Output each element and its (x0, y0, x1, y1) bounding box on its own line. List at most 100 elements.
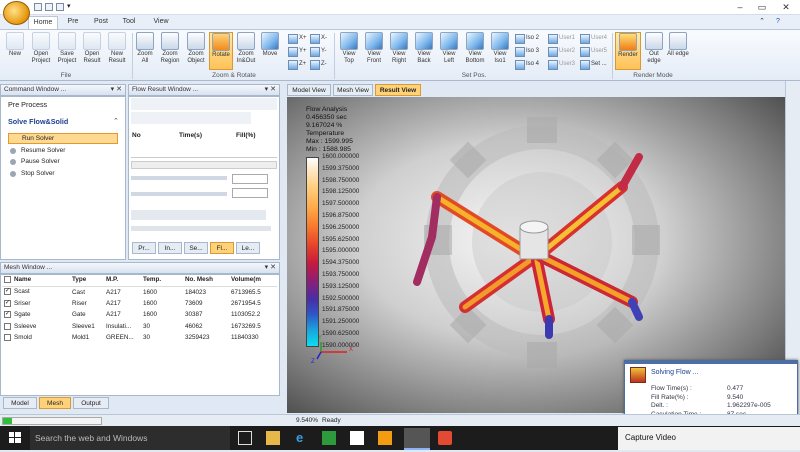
close-button[interactable]: ✕ (776, 1, 796, 13)
tab-model[interactable]: Model (3, 397, 37, 409)
ribbon-minimize-icon[interactable]: ⌃ (757, 16, 767, 29)
view-back-button[interactable]: View Back (412, 32, 436, 70)
rotate-button[interactable]: Rotate (209, 32, 233, 70)
view-right-button[interactable]: View Right (387, 32, 411, 70)
run-solver-item[interactable]: Run Solver (8, 133, 118, 144)
tab-tool[interactable]: Tool (118, 16, 140, 29)
resume-solver-item[interactable]: Resume Solver (8, 146, 65, 156)
file-explorer-icon[interactable] (266, 431, 280, 445)
view-top-button[interactable]: View Top (337, 32, 361, 70)
save-project-button[interactable]: Save Project (55, 32, 79, 70)
row-checkbox[interactable] (4, 322, 11, 330)
qa-open-icon[interactable] (45, 3, 53, 11)
help-icon[interactable]: ? (772, 16, 784, 29)
edge-browser-icon[interactable]: e (296, 431, 310, 445)
task-view-icon[interactable] (238, 431, 252, 445)
maximize-button[interactable]: ▭ (752, 1, 772, 13)
app-orange-icon[interactable] (378, 431, 392, 445)
zoom-region-button[interactable]: Zoom Region (157, 32, 183, 70)
pre-process-section[interactable]: Pre Process (8, 100, 47, 109)
qa-save-icon[interactable] (34, 3, 42, 11)
playback-slider[interactable] (131, 226, 271, 231)
tab-result-view[interactable]: Result View (375, 84, 421, 96)
store-icon[interactable] (350, 431, 364, 445)
axis-x-minus-button[interactable]: X- (310, 33, 327, 44)
user2-button[interactable]: User2 (548, 46, 575, 57)
minimize-button[interactable]: – (730, 1, 750, 13)
tab-output[interactable]: Output (73, 397, 109, 409)
pause-solver-item[interactable]: Pause Solver (8, 157, 60, 167)
capture-app-icon[interactable] (438, 431, 452, 445)
tab-pr[interactable]: Pr... (132, 242, 156, 254)
table-row[interactable]: ✓ Sgate Gate A217 1600 30387 1103052.2 (2, 309, 277, 321)
view-left-button[interactable]: View Left (437, 32, 461, 70)
column-volume[interactable]: Volume(m (229, 274, 277, 287)
iso3-button[interactable]: Iso 3 (515, 46, 539, 57)
row-checkbox[interactable] (4, 334, 11, 342)
table-row[interactable]: Smold Mold1 GREEN... 30 3259423 11840330 (2, 332, 277, 344)
tab-se[interactable]: Se... (184, 242, 208, 254)
select-all-checkbox[interactable] (4, 276, 11, 284)
tab-mesh-view[interactable]: Mesh View (333, 84, 373, 96)
tab-in[interactable]: In... (158, 242, 182, 254)
horizontal-scrollbar[interactable] (131, 161, 277, 169)
open-result-button[interactable]: Open Result (80, 32, 104, 70)
time-slider[interactable] (131, 176, 227, 180)
column-name[interactable]: Name (2, 274, 70, 287)
zoom-object-button[interactable]: Zoom Object (184, 32, 208, 70)
column-time[interactable]: Time(s) (179, 132, 202, 139)
axis-z-minus-button[interactable]: Z- (310, 59, 327, 70)
open-project-button[interactable]: Open Project (28, 32, 54, 70)
column-no[interactable]: No (132, 132, 141, 139)
table-row[interactable]: Ssleeve Sleeve1 Insulati... 30 46062 167… (2, 321, 277, 333)
row-checkbox[interactable]: ✓ (4, 311, 11, 319)
iso2-button[interactable]: Iso 2 (515, 33, 539, 44)
set-user-button[interactable]: Set ... (580, 59, 607, 70)
user3-button[interactable]: User3 (548, 59, 575, 70)
table-row[interactable]: ✓ Sriser Riser A217 1600 73609 2671954.5 (2, 298, 277, 310)
render-button[interactable]: Render (615, 32, 641, 70)
user1-button[interactable]: User1 (548, 33, 575, 44)
user5-button[interactable]: User5 (580, 46, 607, 57)
row-checkbox[interactable]: ✓ (4, 288, 11, 296)
qa-dropdown-icon[interactable]: ▾ (67, 2, 71, 10)
column-fill[interactable]: Fill(%) (236, 132, 256, 139)
app-green-icon[interactable] (322, 431, 336, 445)
capture-video-notification[interactable]: Capture Video (618, 427, 800, 450)
row-checkbox[interactable]: ✓ (4, 299, 11, 307)
tab-pre[interactable]: Pre (62, 16, 84, 29)
app-logo-icon[interactable] (3, 1, 30, 25)
table-row[interactable]: ✓ Scast Cast A217 1600 184023 6713965.5 (2, 286, 277, 298)
stop-solver-item[interactable]: Stop Solver (8, 169, 55, 179)
tab-le[interactable]: Le... (236, 242, 260, 254)
column-type[interactable]: Type (70, 274, 104, 287)
move-button[interactable]: Move (259, 32, 281, 70)
out-edge-button[interactable]: Out edge (643, 32, 665, 70)
new-result-button[interactable]: New Result (105, 32, 129, 70)
axis-y-plus-button[interactable]: Y+ (288, 46, 307, 57)
axis-x-plus-button[interactable]: X+ (288, 33, 307, 44)
close-icon[interactable]: ▾ ✕ (111, 85, 122, 95)
playback-controls[interactable] (131, 210, 266, 220)
fill-input[interactable] (232, 188, 268, 198)
tab-post[interactable]: Post (90, 16, 112, 29)
tab-model-view[interactable]: Model View (287, 84, 331, 96)
start-button[interactable] (0, 426, 30, 450)
user4-button[interactable]: User4 (580, 33, 607, 44)
zoom-in-out-button[interactable]: Zoom In&Out (234, 32, 258, 70)
solve-section[interactable]: Solve Flow&Solid (8, 117, 68, 126)
taskbar-search-input[interactable]: Search the web and Windows (30, 426, 230, 450)
column-temp[interactable]: Temp. (141, 274, 183, 287)
axis-y-minus-button[interactable]: Y- (310, 46, 326, 57)
column-mesh[interactable]: No. Mesh (183, 274, 229, 287)
tab-fl[interactable]: Fl... (210, 242, 234, 254)
tab-mesh[interactable]: Mesh (39, 397, 71, 409)
close-icon[interactable]: ▾ ✕ (265, 85, 276, 95)
column-mp[interactable]: M.P. (104, 274, 141, 287)
axis-z-plus-button[interactable]: Z+ (288, 59, 306, 70)
time-input[interactable] (232, 174, 268, 184)
view-iso1-button[interactable]: View Iso1 (489, 32, 511, 70)
close-icon[interactable]: ▾ ✕ (265, 263, 276, 273)
qa-undo-icon[interactable] (56, 3, 64, 11)
tab-view[interactable]: View (148, 16, 174, 29)
